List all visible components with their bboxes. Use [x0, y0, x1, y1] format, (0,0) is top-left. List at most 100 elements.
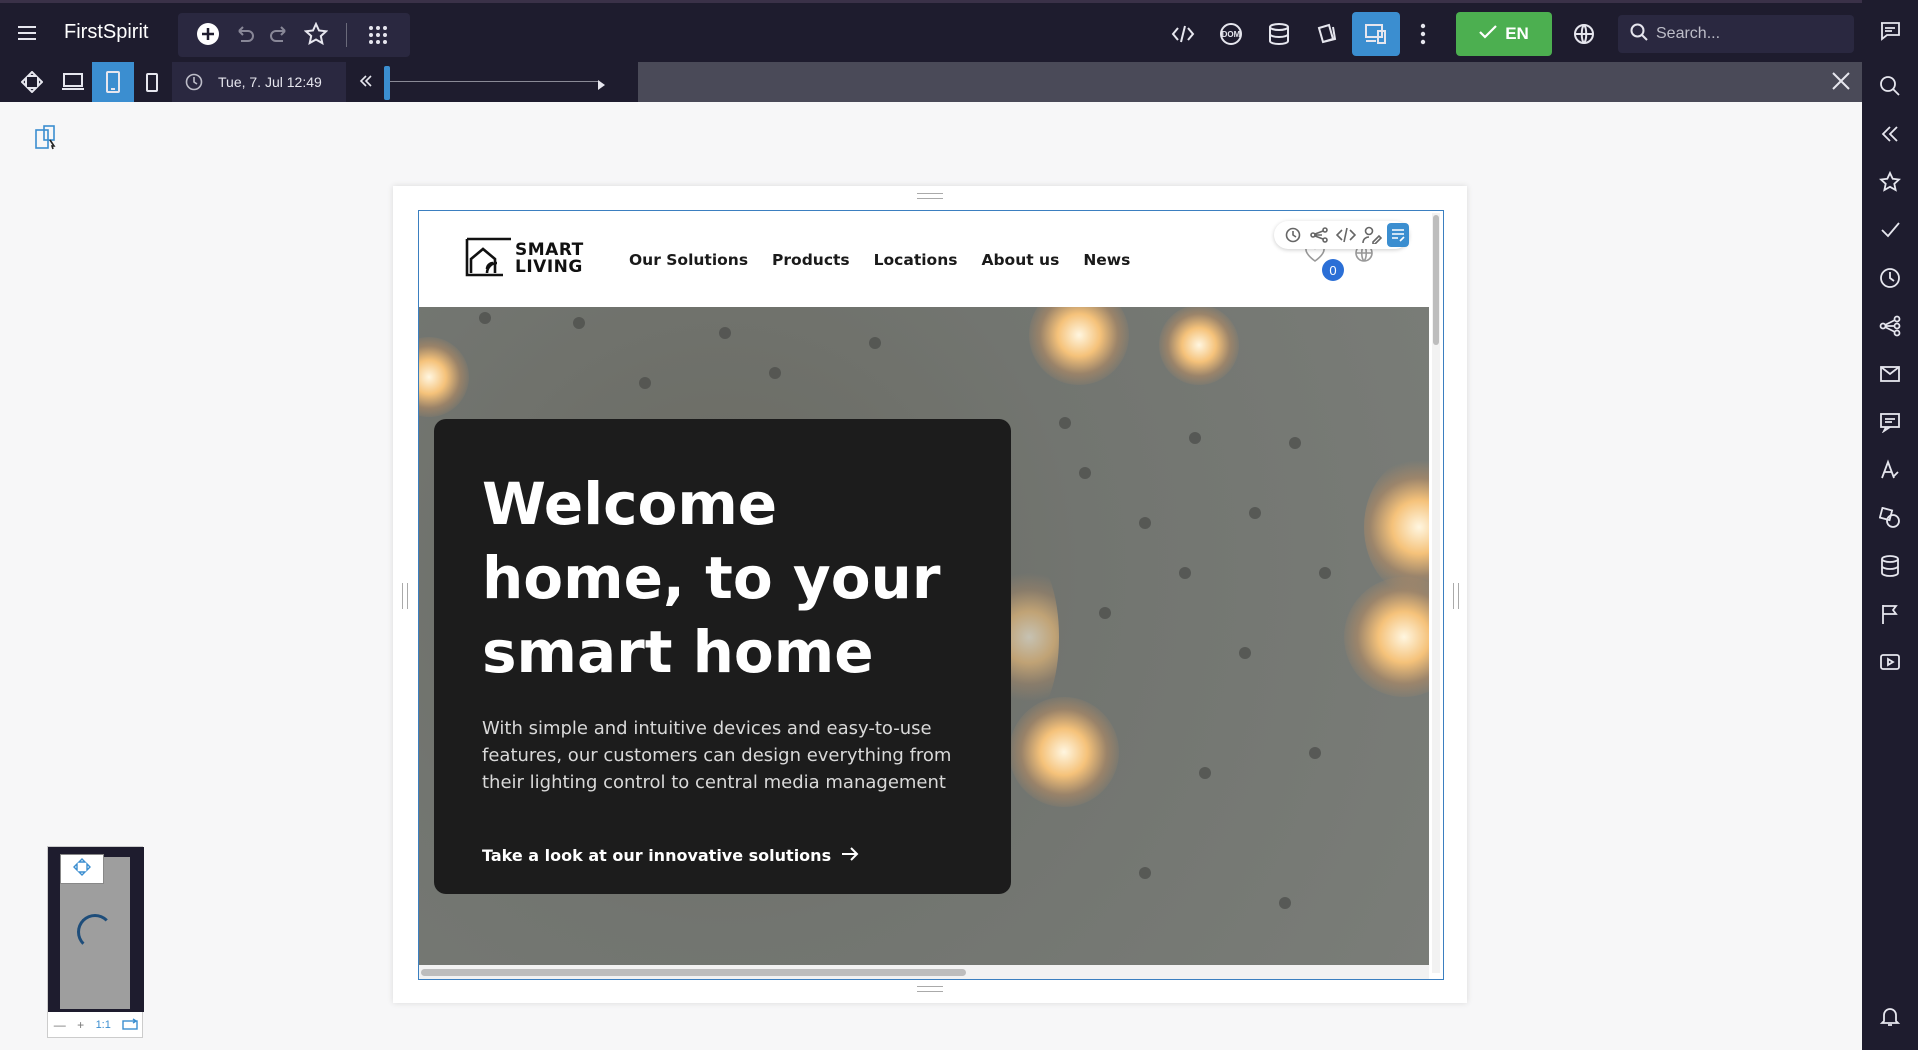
- texture-dot: [1239, 647, 1251, 659]
- texture-dot: [769, 367, 781, 379]
- device-switch-icon[interactable]: [32, 122, 62, 154]
- devices-icon[interactable]: [1363, 21, 1389, 47]
- resize-handle-left[interactable]: [402, 583, 408, 609]
- texture-dot: [1249, 507, 1261, 519]
- structure-icon[interactable]: [1878, 314, 1902, 338]
- zoom-out-icon[interactable]: —: [54, 1018, 66, 1032]
- minimap-controls: — + 1:1: [48, 1012, 144, 1038]
- site-nav: Our Solutions Products Locations About u…: [629, 251, 1130, 269]
- hero-section: Welcome home, to your smart home With si…: [419, 307, 1429, 965]
- close-icon[interactable]: [1828, 68, 1854, 94]
- search-icon[interactable]: [1878, 74, 1902, 98]
- fit-screen-icon[interactable]: [20, 70, 44, 94]
- date-prefix: Tue,: [218, 74, 250, 90]
- structure-icon[interactable]: [1308, 223, 1330, 247]
- nav-locations[interactable]: Locations: [874, 251, 958, 269]
- check-icon: [1479, 24, 1497, 44]
- messages-icon[interactable]: [1878, 410, 1902, 434]
- history-icon[interactable]: [1282, 223, 1304, 247]
- undo-icon[interactable]: [231, 21, 257, 47]
- zoom-in-icon[interactable]: +: [77, 1018, 84, 1032]
- timeline[interactable]: [346, 62, 638, 102]
- vertical-scroll-thumb[interactable]: [1433, 215, 1439, 345]
- loading-spinner: [77, 914, 113, 950]
- mobile-icon[interactable]: [140, 70, 164, 94]
- search-box[interactable]: [1618, 15, 1854, 53]
- chevron-left-double-icon[interactable]: [358, 72, 374, 95]
- code-icon[interactable]: [1170, 21, 1196, 47]
- zoom-scale-label[interactable]: 1:1: [96, 1019, 111, 1031]
- nav-news[interactable]: News: [1083, 251, 1130, 269]
- texture-dot: [1099, 607, 1111, 619]
- add-icon[interactable]: [195, 21, 221, 47]
- preview-subbar: Tue, 7. Jul 12:49: [0, 62, 1862, 102]
- texture-dot: [573, 317, 585, 329]
- search-input[interactable]: [1656, 25, 1836, 43]
- shapes-icon[interactable]: [1878, 506, 1902, 530]
- texture-dot: [1279, 897, 1291, 909]
- texture-dot: [639, 377, 651, 389]
- dom-icon[interactable]: DOM: [1218, 21, 1244, 47]
- desktop-icon[interactable]: [61, 70, 85, 94]
- texture-dot: [1139, 517, 1151, 529]
- tasks-check-icon[interactable]: [1878, 218, 1902, 242]
- hero-card: Welcome home, to your smart home With si…: [434, 419, 1011, 894]
- resize-handle-bottom[interactable]: [917, 986, 943, 992]
- bulb-image: [1029, 307, 1129, 385]
- collapse-icon[interactable]: [1878, 122, 1902, 146]
- app-title: FirstSpirit: [64, 21, 149, 43]
- language-release-button[interactable]: EN: [1456, 12, 1552, 56]
- nav-about-us[interactable]: About us: [981, 251, 1059, 269]
- timeline-handle[interactable]: [384, 66, 390, 100]
- resize-handle-top[interactable]: [917, 193, 943, 199]
- pages-icon[interactable]: [1314, 21, 1340, 47]
- video-icon[interactable]: [1878, 650, 1902, 674]
- minimap-frame: [48, 847, 144, 1012]
- apps-grid-icon[interactable]: [365, 22, 391, 48]
- nav-our-solutions[interactable]: Our Solutions: [629, 251, 748, 269]
- mail-icon[interactable]: [1878, 362, 1902, 386]
- more-vert-icon[interactable]: [1410, 21, 1436, 47]
- history-icon[interactable]: [1878, 266, 1902, 290]
- preview-date[interactable]: Tue, 7. Jul 12:49: [172, 62, 346, 102]
- bulb-image: [1364, 457, 1429, 597]
- translate-icon[interactable]: [1878, 458, 1902, 482]
- rotate-icon[interactable]: [122, 1017, 138, 1033]
- svg-text:DOM: DOM: [1222, 30, 1241, 39]
- nav-products[interactable]: Products: [772, 251, 850, 269]
- person-edit-icon[interactable]: [1361, 223, 1383, 247]
- minimap-fit-button[interactable]: [60, 854, 104, 884]
- fit-screen-icon: [73, 857, 91, 881]
- database-icon[interactable]: [1878, 554, 1902, 578]
- resize-handle-right[interactable]: [1453, 583, 1459, 609]
- clock-icon: [185, 73, 203, 94]
- minimap: — + 1:1: [47, 846, 144, 1038]
- top-toolbar: FirstSpirit DOM EN: [0, 0, 1862, 62]
- fs-edit-toolbar: [1274, 221, 1410, 249]
- tablet-icon[interactable]: [101, 70, 125, 94]
- edit-content-icon[interactable]: [1386, 223, 1410, 247]
- comments-icon[interactable]: [1878, 19, 1902, 43]
- favorites-icon[interactable]: [1878, 170, 1902, 194]
- vertical-scrollbar[interactable]: [1432, 213, 1440, 973]
- bell-icon[interactable]: [1878, 1004, 1902, 1028]
- date-main: 7. Jul 12:49: [249, 74, 322, 90]
- hero-title: Welcome home, to your smart home: [482, 470, 941, 686]
- timeline-arrow-icon: [598, 77, 606, 95]
- preview-viewport: SMART LIVING Our Solutions Products Loca…: [418, 210, 1444, 980]
- code-icon[interactable]: [1334, 223, 1356, 247]
- site-logo[interactable]: SMART LIVING: [465, 235, 584, 282]
- right-sidebar: [1862, 0, 1918, 1050]
- texture-dot: [1179, 567, 1191, 579]
- house-logo-icon: [465, 235, 511, 282]
- hero-cta-link[interactable]: Take a look at our innovative solutions: [482, 846, 963, 865]
- database-icon[interactable]: [1266, 21, 1292, 47]
- globe-icon[interactable]: [1571, 21, 1597, 47]
- redo-icon[interactable]: [267, 21, 293, 47]
- menu-icon[interactable]: [15, 21, 39, 45]
- texture-dot: [1059, 417, 1071, 429]
- horizontal-scrollbar[interactable]: [419, 965, 1429, 979]
- horizontal-scroll-thumb[interactable]: [421, 969, 966, 976]
- star-icon[interactable]: [303, 21, 329, 47]
- flag-icon[interactable]: [1878, 602, 1902, 626]
